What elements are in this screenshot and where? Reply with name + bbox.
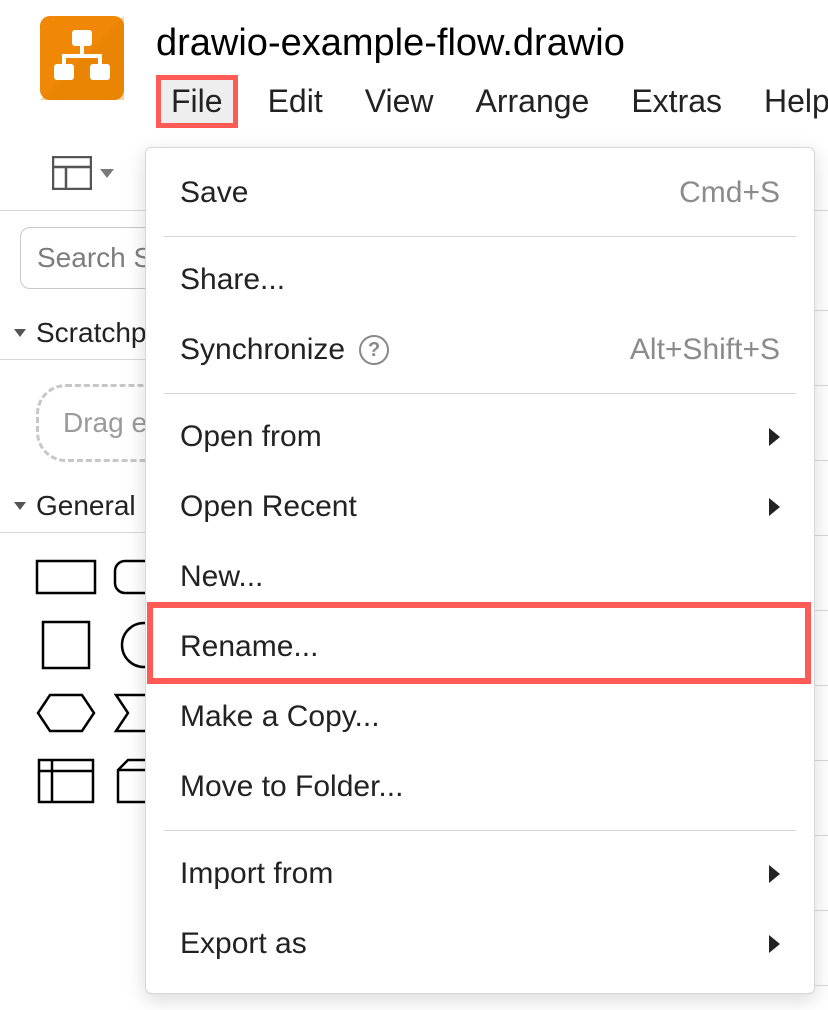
file-menu-import-from[interactable]: Import from [146, 839, 814, 909]
menu-item-label: Share... [180, 263, 285, 297]
menu-separator [164, 236, 796, 237]
menu-item-label: Rename... [180, 630, 318, 664]
submenu-arrow-icon [769, 935, 780, 953]
general-label: General [36, 490, 136, 522]
menu-help[interactable]: Help [752, 75, 828, 128]
menu-item-label: Open from [180, 420, 322, 454]
shape-internal-storage[interactable] [34, 757, 98, 805]
app-logo [40, 16, 124, 100]
layout-toggle-button[interactable] [42, 150, 124, 196]
file-menu-open-from[interactable]: Open from [146, 402, 814, 472]
file-menu-synchronize[interactable]: Synchronize ? Alt+Shift+S [146, 315, 814, 385]
document-title[interactable]: drawio-example-flow.drawio [156, 16, 828, 65]
file-menu-move-to-folder[interactable]: Move to Folder... [146, 752, 814, 822]
shape-rectangle[interactable] [34, 553, 98, 601]
shape-hexagon[interactable] [34, 689, 98, 737]
chevron-down-icon [14, 502, 26, 510]
menu-file[interactable]: File [156, 75, 238, 128]
shape-square[interactable] [34, 621, 98, 669]
layout-icon [52, 156, 92, 190]
file-menu-save[interactable]: Save Cmd+S [146, 158, 814, 228]
file-dropdown-menu: Save Cmd+S Share... Synchronize ? Alt+Sh… [145, 147, 815, 994]
submenu-arrow-icon [769, 428, 780, 446]
menu-edit[interactable]: Edit [256, 75, 335, 128]
menu-item-label: Import from [180, 857, 333, 891]
menu-separator [164, 830, 796, 831]
menu-item-label: Move to Folder... [180, 770, 403, 804]
submenu-arrow-icon [769, 865, 780, 883]
menu-item-label: New... [180, 560, 263, 594]
menu-separator [164, 393, 796, 394]
menu-arrange[interactable]: Arrange [463, 75, 601, 128]
chevron-down-icon [100, 169, 114, 178]
file-menu-rename[interactable]: Rename... [146, 612, 814, 682]
menu-item-label: Export as [180, 927, 307, 961]
file-menu-new[interactable]: New... [146, 542, 814, 612]
menu-item-shortcut: Cmd+S [679, 176, 780, 210]
help-icon[interactable]: ? [359, 335, 389, 365]
app-header: drawio-example-flow.drawio File Edit Vie… [0, 0, 828, 128]
menu-item-label: Save [180, 176, 248, 210]
menu-item-label: Make a Copy... [180, 700, 380, 734]
chevron-down-icon [14, 329, 26, 337]
menubar: File Edit View Arrange Extras Help [156, 75, 828, 128]
menu-item-shortcut: Alt+Shift+S [630, 333, 780, 367]
file-menu-export-as[interactable]: Export as [146, 909, 814, 979]
file-menu-open-recent[interactable]: Open Recent [146, 472, 814, 542]
menu-item-label: Synchronize [180, 333, 345, 367]
file-menu-make-copy[interactable]: Make a Copy... [146, 682, 814, 752]
menu-extras[interactable]: Extras [619, 75, 734, 128]
menu-item-label: Open Recent [180, 490, 357, 524]
submenu-arrow-icon [769, 498, 780, 516]
menu-view[interactable]: View [353, 75, 446, 128]
file-menu-share[interactable]: Share... [146, 245, 814, 315]
